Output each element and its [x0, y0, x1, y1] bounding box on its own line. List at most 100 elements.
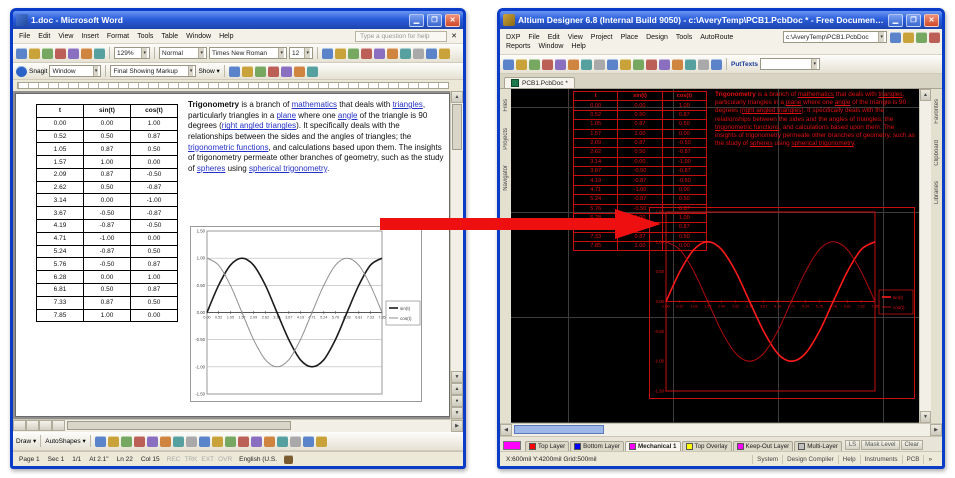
- scroll-thumb[interactable]: [452, 104, 462, 150]
- outline-view-icon[interactable]: [52, 420, 65, 431]
- place-text-icon[interactable]: [698, 59, 709, 70]
- reject-change-icon[interactable]: [268, 66, 279, 77]
- wordart-icon[interactable]: [173, 436, 184, 447]
- layer-button-ls[interactable]: LS: [845, 440, 860, 450]
- clipart-icon[interactable]: [199, 436, 210, 447]
- panel-button-design-compiler[interactable]: Design Compiler: [782, 455, 838, 464]
- browser-back-icon[interactable]: [890, 32, 901, 43]
- right-panel-tab-libraries[interactable]: Libraries: [934, 181, 940, 204]
- filter-icon[interactable]: [594, 59, 605, 70]
- scroll-up-icon[interactable]: ▲: [920, 89, 931, 101]
- select-objects-icon[interactable]: [95, 436, 106, 447]
- up-arrow-icon[interactable]: [916, 32, 927, 43]
- word-menu-file[interactable]: File: [15, 32, 34, 41]
- arrow-style-icon[interactable]: [290, 436, 301, 447]
- altium-menu-help[interactable]: Help: [567, 42, 589, 51]
- line-style-icon[interactable]: [264, 436, 275, 447]
- altium-menu-file[interactable]: File: [524, 33, 543, 42]
- font-size-combo[interactable]: 12▾: [289, 47, 313, 59]
- hyperlink[interactable]: plane: [276, 111, 296, 120]
- hyperlink[interactable]: spheres: [197, 164, 225, 173]
- borders-icon[interactable]: [413, 48, 424, 59]
- snagit-window-combo[interactable]: Window▾: [49, 65, 101, 77]
- hyperlink[interactable]: spheres: [750, 140, 773, 147]
- numbering-icon[interactable]: [400, 48, 411, 59]
- hyperlink[interactable]: angle: [338, 111, 358, 120]
- undo-icon[interactable]: [81, 48, 92, 59]
- hscroll-thumb[interactable]: [67, 421, 291, 430]
- bold-icon[interactable]: [322, 48, 333, 59]
- hyperlink[interactable]: angle: [835, 99, 851, 106]
- panel-button-system[interactable]: System: [752, 455, 782, 464]
- minimize-button[interactable]: ▁: [888, 14, 903, 27]
- altium-menu-window[interactable]: Window: [535, 42, 568, 51]
- document-path-combo[interactable]: c:\AveryTemp\PCB1.PcbDoc▾: [783, 31, 887, 43]
- layer-button-mask-level[interactable]: Mask Level: [861, 440, 899, 450]
- altium-menu-view[interactable]: View: [564, 33, 587, 42]
- word-menu-table[interactable]: Table: [157, 32, 182, 41]
- word-menu-tools[interactable]: Tools: [133, 32, 157, 41]
- hyperlink[interactable]: triangles: [878, 91, 902, 98]
- word-menu-format[interactable]: Format: [103, 32, 133, 41]
- hscroll-thumb[interactable]: [514, 425, 604, 434]
- next-change-icon[interactable]: [242, 66, 253, 77]
- layer-tab-top-overlay[interactable]: Top Overlay: [682, 441, 732, 451]
- word-vertical-scrollbar[interactable]: ▲ ▼ ▲ ● ▼: [450, 91, 463, 419]
- oval-icon[interactable]: [147, 436, 158, 447]
- style-combo[interactable]: Normal▾: [159, 47, 207, 59]
- fill-color-icon[interactable]: [225, 436, 236, 447]
- word-menu-help[interactable]: Help: [215, 32, 237, 41]
- save-icon[interactable]: [42, 48, 53, 59]
- layer-tab-bottom-layer[interactable]: Bottom Layer: [570, 441, 624, 451]
- panel-button-help[interactable]: Help: [838, 455, 860, 464]
- place-track-icon[interactable]: [685, 59, 696, 70]
- show-menu-button[interactable]: Show ▾: [198, 67, 219, 75]
- place-via-icon[interactable]: [672, 59, 683, 70]
- shadow-icon[interactable]: [303, 436, 314, 447]
- markup-combo[interactable]: Final Showing Markup▾: [110, 65, 196, 77]
- snagit-label[interactable]: Snagit: [29, 68, 47, 75]
- layer-button-clear[interactable]: Clear: [901, 440, 923, 450]
- previous-page-icon[interactable]: ▲: [451, 383, 463, 395]
- hyperlink[interactable]: mathematics: [798, 91, 834, 98]
- panel-button-instruments[interactable]: Instruments: [860, 455, 902, 464]
- print-layout-view-icon[interactable]: [39, 420, 52, 431]
- line-color-icon[interactable]: [238, 436, 249, 447]
- altium-menu-autoroute[interactable]: AutoRoute: [696, 33, 737, 42]
- altium-menu-tools[interactable]: Tools: [672, 33, 696, 42]
- hyperlink[interactable]: right angled triangles: [222, 121, 296, 130]
- panel-button-pcb[interactable]: PCB: [902, 455, 924, 464]
- word-titlebar[interactable]: 1.doc - Microsoft Word ▁ ❐ ✕: [13, 11, 463, 29]
- zoom-combo[interactable]: 129%▾: [114, 47, 150, 59]
- open-icon[interactable]: [516, 59, 527, 70]
- cut-icon[interactable]: [607, 59, 618, 70]
- hyperlink[interactable]: spherical trigonometry: [791, 140, 853, 147]
- highlight-change-icon[interactable]: [294, 66, 305, 77]
- highlight-icon[interactable]: [426, 48, 437, 59]
- dash-style-icon[interactable]: [277, 436, 288, 447]
- word-page[interactable]: tsin(t)cos(t)0.000.001.000.520.500.871.0…: [15, 93, 450, 417]
- scroll-down-icon[interactable]: ▼: [920, 411, 931, 423]
- close-document-icon[interactable]: ✕: [447, 31, 461, 41]
- align-right-icon[interactable]: [387, 48, 398, 59]
- scroll-left-icon[interactable]: ◀: [500, 424, 512, 436]
- pcb-canvas[interactable]: tsin(t)cos(t)0.000.001.000.520.500.871.0…: [511, 89, 919, 423]
- new-comment-icon[interactable]: [281, 66, 292, 77]
- altium-vertical-scrollbar[interactable]: ▲ ▼: [919, 89, 931, 423]
- altium-menu-place[interactable]: Place: [617, 33, 643, 42]
- ask-question-box[interactable]: Type a question for help: [355, 31, 447, 42]
- right-panel-tab-favorites[interactable]: Favorites: [934, 99, 940, 124]
- altium-menu-project[interactable]: Project: [587, 33, 617, 42]
- panel-button-item[interactable]: »: [923, 455, 936, 464]
- copy-icon[interactable]: [620, 59, 631, 70]
- font-combo[interactable]: Times New Roman▾: [209, 47, 287, 59]
- zoom-fit-icon[interactable]: [568, 59, 579, 70]
- accept-change-icon[interactable]: [255, 66, 266, 77]
- script-combo[interactable]: ▾: [760, 58, 820, 70]
- redo-icon[interactable]: [94, 48, 105, 59]
- print-icon[interactable]: [55, 48, 66, 59]
- underline-icon[interactable]: [348, 48, 359, 59]
- threed-icon[interactable]: [316, 436, 327, 447]
- workspace-menu-icon[interactable]: [929, 32, 940, 43]
- word-menu-edit[interactable]: Edit: [34, 32, 54, 41]
